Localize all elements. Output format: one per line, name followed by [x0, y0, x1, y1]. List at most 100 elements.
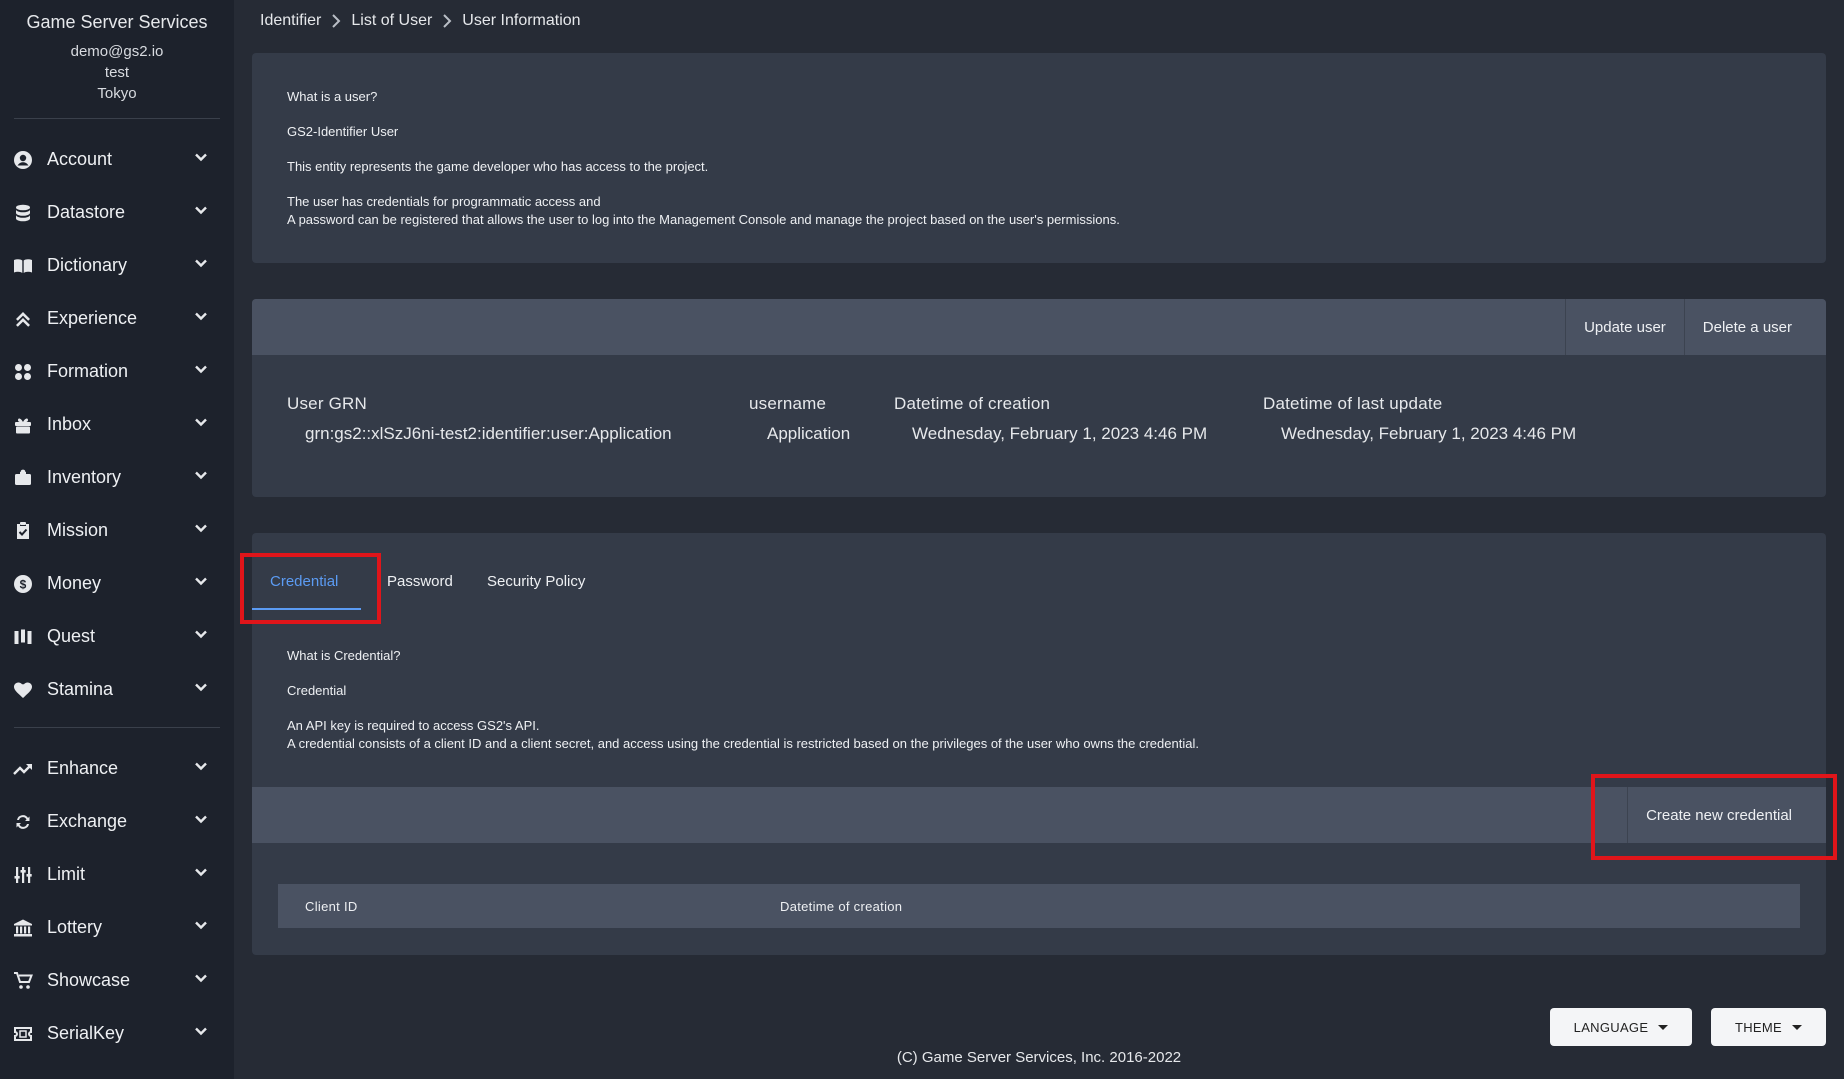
briefcase-icon — [12, 467, 34, 489]
chevron-down-icon[interactable] — [194, 309, 208, 328]
sidebar-item-experience[interactable]: Experience — [0, 292, 234, 345]
chevron-down-icon[interactable] — [194, 150, 208, 169]
column-client-id: Client ID — [305, 898, 358, 914]
chevron-down-icon[interactable] — [194, 256, 208, 275]
sidebar-item-stamina[interactable]: Stamina — [0, 663, 234, 716]
sidebar-item-label: Mission — [47, 520, 109, 540]
sidebar-item-label: Lottery — [47, 917, 103, 937]
column-datetime-created: Datetime of creation — [780, 898, 903, 914]
sidebar-item-inbox[interactable]: Inbox — [0, 398, 234, 451]
sidebar-item-showcase[interactable]: Showcase — [0, 954, 234, 1007]
tab-password[interactable]: Password — [387, 573, 453, 590]
info-paragraph-2: The user has credentials for programmati… — [287, 194, 601, 209]
field-label: Datetime of last update — [1263, 394, 1443, 413]
credential-paragraph-1: An API key is required to access GS2's A… — [287, 718, 540, 733]
sidebar-item-label: Account — [47, 149, 113, 169]
sidebar-item-label: Inventory — [47, 467, 122, 487]
user-description-card: What is a user? GS2-Identifier User This… — [252, 53, 1826, 263]
language-label: LANGUAGE — [1573, 1019, 1649, 1035]
field-value: Wednesday, February 1, 2023 4:46 PM — [1281, 424, 1577, 443]
sidebar-item-lottery[interactable]: Lottery — [0, 901, 234, 954]
brand-block: Game Server Services demo@gs2.io test To… — [0, 0, 234, 102]
chevron-down-icon[interactable] — [194, 521, 208, 540]
chevron-down-icon[interactable] — [194, 918, 208, 937]
sidebar-item-limit[interactable]: Limit — [0, 848, 234, 901]
ticket-icon — [12, 1023, 34, 1045]
info-paragraph-1: This entity represents the game develope… — [287, 159, 709, 174]
info-title: GS2-Identifier User — [287, 124, 399, 139]
sidebar-item-label: Money — [47, 573, 102, 593]
field-label: Datetime of creation — [894, 394, 1051, 413]
book-open-icon — [12, 255, 34, 277]
delete-user-button[interactable]: Delete a user — [1683, 299, 1826, 355]
caret-down-icon — [1792, 1024, 1802, 1030]
sidebar-nav-services: Account Datastore Dictionary Experience Form… — [0, 133, 234, 716]
sidebar-item-dictionary[interactable]: Dictionary — [0, 239, 234, 292]
sidebar-item-datastore[interactable]: Datastore — [0, 186, 234, 239]
chevron-down-icon[interactable] — [194, 468, 208, 487]
credential-paragraph-2: A credential consists of a client ID and… — [287, 736, 1199, 751]
trending-up-icon — [12, 758, 34, 780]
sidebar-item-exchange[interactable]: Exchange — [0, 795, 234, 848]
chevron-down-icon[interactable] — [194, 971, 208, 990]
sidebar-item-account[interactable]: Account — [0, 133, 234, 186]
sidebar-item-quest[interactable]: Quest — [0, 610, 234, 663]
breadcrumb-user-information: User Information — [462, 12, 581, 29]
sidebar-item-money[interactable]: $ Money — [0, 557, 234, 610]
chevron-down-icon[interactable] — [194, 415, 208, 434]
sidebar-item-mission[interactable]: Mission — [0, 504, 234, 557]
region-name: Tokyo — [97, 85, 137, 102]
sidebar-item-inventory[interactable]: Inventory — [0, 451, 234, 504]
sidebar-item-label: Formation — [47, 361, 129, 381]
language-button[interactable]: LANGUAGE — [1550, 1008, 1692, 1046]
sidebar-item-label: Exchange — [47, 811, 128, 831]
user-email: demo@gs2.io — [70, 43, 164, 60]
sidebar-item-enhance[interactable]: Enhance — [0, 742, 234, 795]
user-toolbar: Update user Delete a user — [252, 299, 1826, 355]
sidebar-item-serialkey[interactable]: SerialKey — [0, 1007, 234, 1060]
sidebar-item-label: Showcase — [47, 970, 131, 990]
sidebar-item-label: Stamina — [47, 679, 114, 699]
swap-icon — [12, 811, 34, 833]
svg-text:$: $ — [20, 577, 27, 591]
chevron-down-icon[interactable] — [194, 574, 208, 593]
chevron-down-icon[interactable] — [194, 1024, 208, 1043]
chevron-down-icon[interactable] — [194, 865, 208, 884]
copyright: (C) Game Server Services, Inc. 2016-2022 — [896, 1049, 1182, 1066]
sliders-icon — [12, 864, 34, 886]
chevron-down-icon[interactable] — [194, 812, 208, 831]
field-username: username Application — [749, 394, 850, 444]
chevron-down-icon[interactable] — [194, 680, 208, 699]
caret-down-icon — [1658, 1024, 1669, 1030]
credential-card: Credential Password Security Policy What… — [240, 533, 1837, 955]
credential-table-header: Client ID Datetime of creation — [278, 884, 1800, 928]
credential-toolbar: Create new credential — [252, 787, 1826, 843]
theme-button[interactable]: THEME — [1711, 1008, 1826, 1046]
sidebar-item-formation[interactable]: Formation — [0, 345, 234, 398]
info-paragraph-3: A password can be registered that allows… — [287, 212, 1120, 227]
update-user-button[interactable]: Update user — [1565, 299, 1684, 355]
account-circle-icon — [12, 149, 34, 171]
field-label: username — [749, 394, 827, 413]
breadcrumb-identifier[interactable]: Identifier — [260, 12, 321, 30]
sidebar-nav-extra: Enhance Exchange Limit Lottery Showcase Seria… — [0, 742, 234, 1060]
chevron-down-icon[interactable] — [194, 759, 208, 778]
tab-security-policy[interactable]: Security Policy — [487, 573, 585, 590]
field-label: User GRN — [287, 394, 367, 413]
breadcrumb-list-of-user[interactable]: List of User — [351, 12, 432, 30]
heart-icon — [12, 679, 34, 701]
sidebar-item-label: Limit — [47, 864, 86, 884]
chevron-right-icon — [321, 14, 351, 28]
credential-question: What is Credential? — [287, 648, 401, 663]
credential-title: Credential — [287, 683, 347, 698]
chevron-down-icon[interactable] — [194, 203, 208, 222]
sidebar-divider — [14, 118, 220, 119]
sidebar-item-label: Datastore — [47, 202, 126, 222]
chevron-down-icon[interactable] — [194, 362, 208, 381]
field-created: Datetime of creation Wednesday, February… — [894, 394, 1207, 444]
sidebar-item-label: Inbox — [47, 414, 92, 434]
dollar-circle-icon: $ — [12, 573, 34, 595]
field-value: Application — [767, 424, 851, 443]
chevron-double-up-icon — [12, 308, 34, 330]
chevron-down-icon[interactable] — [194, 627, 208, 646]
